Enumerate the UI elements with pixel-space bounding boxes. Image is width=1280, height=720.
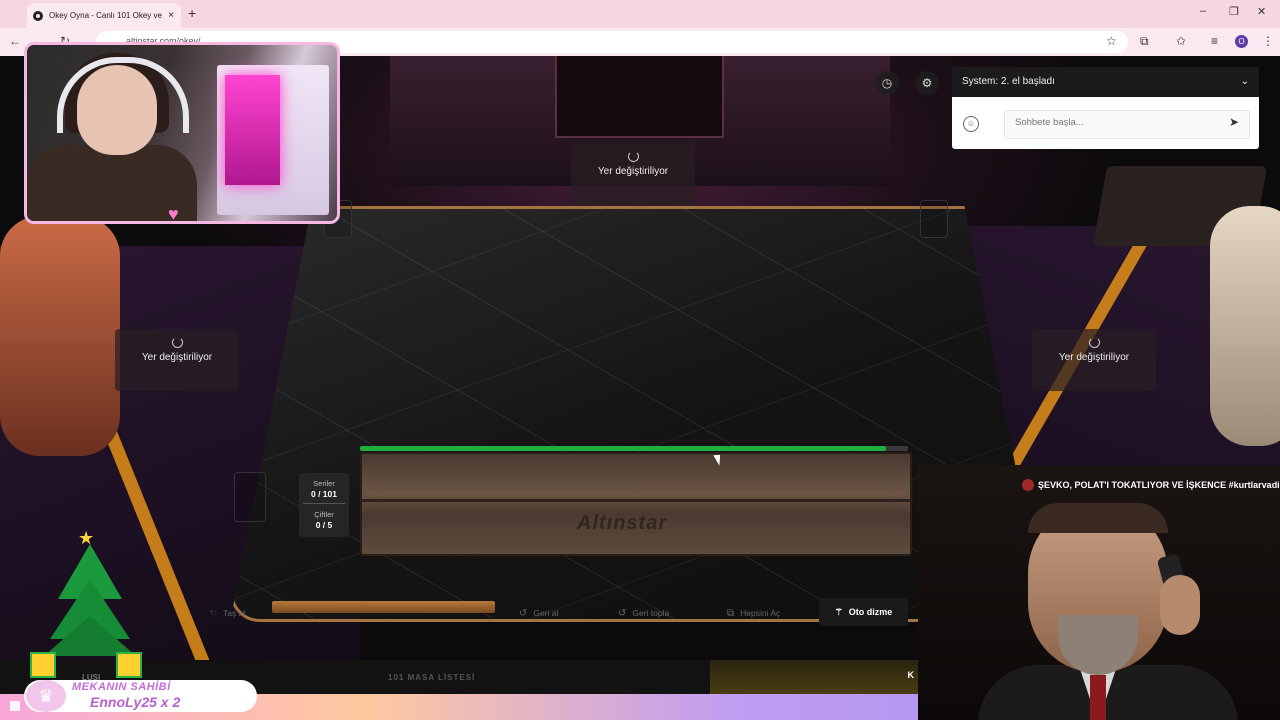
tab-title: Okey Oyna - Canlı 101 Okey ve [49, 11, 162, 20]
rack-divider [362, 499, 910, 502]
draw-tile-label: Taş al [222, 608, 246, 618]
gear-icon[interactable]: ⚙ [915, 71, 939, 95]
timer-icon[interactable]: ◷ [875, 71, 899, 95]
video-caption: ŞEVKO, POLAT'I TOKATLIYOR VE İŞKENCE #ku… [1038, 480, 1280, 490]
turn-progress-fill [360, 446, 887, 451]
seat-top[interactable]: Yer değiştiriliyor [571, 143, 695, 205]
seat-left[interactable]: Yer değiştiriliyor [115, 329, 239, 391]
heart-icon: ♥ [168, 204, 179, 224]
loading-spinner-icon [1088, 337, 1100, 348]
webcam-overlay [24, 42, 340, 224]
magic-wand-icon: ⚚ [834, 606, 843, 617]
pairs-value: 0 / 5 [315, 520, 333, 530]
browser-tab[interactable]: Okey Oyna - Canlı 101 Okey ve × [27, 3, 181, 28]
draw-tile-button[interactable]: ☜ Taş al [208, 600, 245, 626]
send-icon[interactable]: ➤ [1229, 115, 1239, 129]
hand-icon: ☜ [208, 607, 217, 619]
open-all-label: Hepsini Aç [740, 608, 781, 618]
loading-spinner-icon [627, 151, 639, 162]
gift-icon [30, 652, 56, 678]
armchair-right [1210, 206, 1280, 446]
collect-icon: ↺ [618, 607, 627, 619]
undo-icon: ↺ [519, 607, 528, 619]
undo-button[interactable]: ↺ Geri al [519, 600, 558, 626]
open-all-icon: ⧉ [727, 607, 735, 619]
seat-status: Yer değiştiriliyor [597, 166, 669, 177]
pairs-label: Çiftler [314, 510, 334, 519]
chevron-down-icon[interactable]: ⌄ [1241, 67, 1249, 97]
tile-rack[interactable]: Altınstar [360, 452, 912, 556]
collect-back-label: Geri topla [632, 608, 670, 618]
windows-logo-icon[interactable] [10, 701, 20, 711]
chat-input-box[interactable]: ➤ [1004, 110, 1250, 139]
discard-slot-left[interactable] [234, 472, 266, 522]
close-window-button[interactable]: ✕ [1257, 5, 1266, 18]
bottom-right-letter: K [907, 670, 915, 680]
chat-panel: System: 2. el başladı ⌄ ☺ ➤ [952, 67, 1259, 149]
pc-case [217, 65, 329, 215]
bookmarks-icon[interactable]: ✩ [1176, 34, 1186, 48]
star-icon: ★ [78, 528, 95, 548]
back-door [555, 56, 724, 138]
chat-header[interactable]: System: 2. el başladı ⌄ [952, 67, 1259, 97]
collect-back-button[interactable]: ↺ Geri topla [618, 600, 669, 626]
minimize-button[interactable]: – [1200, 5, 1206, 17]
armchair-left [0, 216, 120, 456]
loading-spinner-icon [171, 337, 183, 348]
chat-system-message: System: 2. el başladı [962, 76, 1055, 87]
headset-icon [57, 57, 189, 133]
gift-icon [116, 652, 142, 678]
new-tab-button[interactable]: + [188, 5, 196, 21]
video-overlay: ŞEVKO, POLAT'I TOKATLIYOR VE İŞKENCE #ku… [918, 465, 1280, 720]
video-person-hand [1160, 575, 1200, 635]
rack-brand-logo: Altınstar [577, 512, 668, 534]
owner-badge: ♛ MEKANIN SAHİBİ EnnoLy25 x 2 [24, 680, 257, 712]
chat-input[interactable] [1013, 116, 1217, 129]
auto-sort-button[interactable]: ⚚ Oto dizme [819, 598, 908, 626]
tab-close-icon[interactable]: × [165, 10, 177, 21]
crown-icon: ♛ [26, 680, 66, 712]
series-label: Seriler [313, 479, 335, 488]
site-favicon-icon [33, 10, 43, 21]
series-value: 0 / 101 [311, 489, 337, 499]
discard-slot-topright [920, 200, 948, 238]
seat-right[interactable]: Yer değiştiriliyor [1032, 329, 1156, 391]
back-arrow-icon[interactable]: ← [9, 34, 21, 48]
discard-tray [272, 601, 495, 613]
menu-kebab-icon[interactable]: ⋮ [1262, 34, 1274, 48]
undo-label: Geri al [533, 608, 559, 618]
bottom-gold-panel: K [710, 660, 918, 694]
christmas-tree-icon: ★ [30, 528, 142, 679]
seat-status: Yer değiştiriliyor [141, 352, 213, 363]
browser-tab-strip: Okey Oyna - Canlı 101 Okey ve × + – ❐ ✕ [0, 0, 1280, 28]
emoji-icon[interactable]: ☺ [963, 116, 979, 132]
restore-button[interactable]: ❐ [1229, 5, 1239, 18]
owner-name: EnnoLy25 x 2 [90, 694, 181, 710]
seat-status: Yer değiştiriliyor [1058, 352, 1130, 363]
extensions-icon[interactable]: ⧉ [1140, 34, 1149, 49]
owner-role: MEKANIN SAHİBİ [72, 681, 171, 693]
score-box: Seriler 0 / 101 Çiftler 0 / 5 [299, 473, 349, 537]
channel-avatar [1022, 479, 1034, 491]
bookmark-star-icon[interactable]: ☆ [1106, 34, 1117, 48]
media-control-icon[interactable]: ≡ [1211, 34, 1218, 48]
open-all-button[interactable]: ⧉ Hepsini Aç [727, 600, 780, 626]
auto-sort-label: Oto dizme [848, 607, 893, 617]
video-person-tie [1090, 675, 1106, 720]
profile-avatar[interactable]: O [1235, 35, 1248, 48]
table-list-link[interactable]: 101 MASA LİSTESİ [388, 673, 475, 682]
